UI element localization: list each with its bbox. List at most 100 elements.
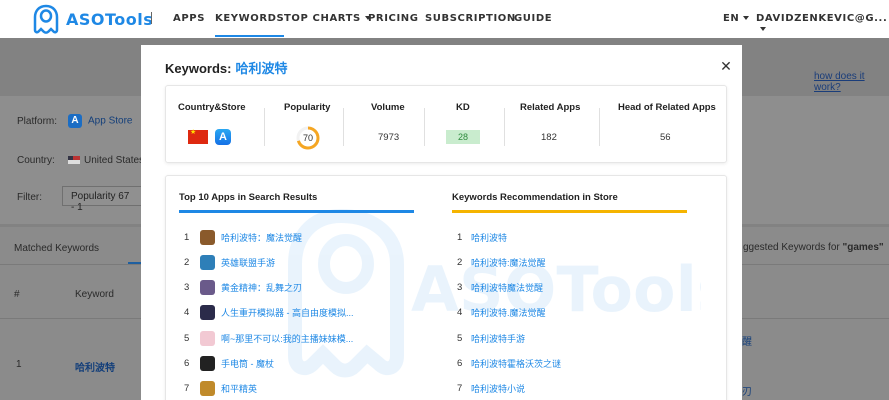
list-item[interactable]: 1 哈利波特：魔法觉醒 xyxy=(184,228,302,246)
tab-suggested-keywords[interactable]: ggested Keywords for "games" xyxy=(743,242,884,253)
list-item-number: 2 xyxy=(184,256,190,268)
nav-top-charts-label: TOP CHARTS xyxy=(284,13,361,24)
nav-divider xyxy=(151,12,152,24)
stat-divider xyxy=(504,108,505,146)
list-item-number: 2 xyxy=(457,256,463,268)
us-flag-icon xyxy=(68,156,80,165)
top-apps-title: Top 10 Apps in Search Results xyxy=(179,192,318,203)
stat-country-store-label: Country&Store xyxy=(178,102,246,113)
top-navbar: ASOTools APPS KEYWORDS TOP CHARTS PRICIN… xyxy=(0,0,889,38)
stat-related-apps-label: Related Apps xyxy=(520,102,581,113)
modal-title-prefix: Keywords: xyxy=(165,61,232,76)
chevron-down-icon xyxy=(743,16,750,20)
close-icon[interactable]: ✕ xyxy=(719,59,733,73)
list-item-number: 4 xyxy=(457,307,463,319)
keyword-detail-modal: Keywords:哈利波特 ✕ Country&Store A Populari… xyxy=(141,45,742,400)
background-link-fragment[interactable]: 刃 xyxy=(742,383,752,398)
app-icon xyxy=(200,254,215,270)
app-name-link[interactable]: 手电筒 - 魔杖 xyxy=(221,357,274,370)
tab-suggested-term: "games" xyxy=(842,242,884,253)
app-name-link[interactable]: 人生重开模拟器 - 高自由度模拟... xyxy=(221,306,354,319)
app-name-link[interactable]: 哈利波特：魔法觉醒 xyxy=(221,231,302,244)
nav-guide[interactable]: GUIDE xyxy=(514,13,552,24)
stat-volume-label: Volume xyxy=(371,102,405,113)
list-item[interactable]: 6 手电筒 - 魔杖 xyxy=(184,355,274,373)
recommended-keyword-link[interactable]: 哈利波特手游 xyxy=(471,332,525,345)
country-label: Country: xyxy=(17,155,55,166)
country-value: United States xyxy=(84,155,145,166)
stat-related-apps-value: 182 xyxy=(541,132,557,143)
app-name-link[interactable]: 和平精英 xyxy=(221,382,257,395)
list-item-number: 1 xyxy=(184,231,190,243)
list-item[interactable]: 3 哈利波特魔法觉醒 xyxy=(457,279,543,297)
how-it-works-link[interactable]: how does it work? xyxy=(814,71,889,93)
list-item[interactable]: 4 人生重开模拟器 - 高自由度模拟... xyxy=(184,304,354,322)
list-item-number: 3 xyxy=(457,282,463,294)
background-link-fragment[interactable]: 醒 xyxy=(742,333,752,348)
list-item[interactable]: 5 啊~那里不可以:我的主播妹妹模... xyxy=(184,329,353,347)
list-item[interactable]: 4 哈利波特.魔法觉醒 xyxy=(457,304,546,322)
table-row-keyword-link[interactable]: 哈利波特 xyxy=(75,359,115,374)
list-item[interactable]: 2 英雄联盟手游 xyxy=(184,253,275,271)
popularity-filter-select[interactable]: Popularity 67 - 1 xyxy=(62,186,144,213)
app-icon xyxy=(200,280,215,296)
logo[interactable]: ASOTools xyxy=(30,3,153,35)
list-item[interactable]: 7 和平精英 xyxy=(184,380,257,398)
list-item[interactable]: 2 哈利波特:魔法觉醒 xyxy=(457,253,546,271)
list-item-number: 6 xyxy=(184,358,190,369)
country-selector[interactable]: United States xyxy=(68,155,144,166)
recommended-keyword-link[interactable]: 哈利波特:魔法觉醒 xyxy=(471,256,546,269)
chevron-down-icon xyxy=(760,27,766,31)
recommended-keyword-link[interactable]: 哈利波特魔法觉醒 xyxy=(471,281,543,294)
recommended-keyword-link[interactable]: 哈利波特 xyxy=(471,231,507,244)
stat-divider xyxy=(599,108,600,146)
language-selector[interactable]: EN xyxy=(723,13,750,24)
stat-head-related-value: 56 xyxy=(660,132,671,143)
stat-volume-value: 7973 xyxy=(378,132,400,143)
app-name-link[interactable]: 英雄联盟手游 xyxy=(221,256,275,269)
nav-apps[interactable]: APPS xyxy=(173,13,205,24)
modal-title: Keywords: 哈利波特 xyxy=(165,58,287,77)
list-item-number: 7 xyxy=(457,383,463,395)
tab-suggested-label: ggested Keywords for xyxy=(743,242,843,253)
app-icon xyxy=(200,330,215,346)
recommended-keyword-link[interactable]: 哈利波特小说 xyxy=(471,382,525,395)
app-name-link[interactable]: 啊~那里不可以:我的主播妹妹模... xyxy=(221,332,353,345)
user-email: DAVIDZENKEVIC@G... xyxy=(756,13,888,24)
app-icon xyxy=(200,356,215,371)
list-item[interactable]: 5 哈利波特手游 xyxy=(457,329,525,347)
language-label: EN xyxy=(723,13,740,24)
tab-matched-keywords[interactable]: Matched Keywords xyxy=(14,243,99,254)
list-item[interactable]: 7 哈利波特小说 xyxy=(457,380,525,398)
app-icon xyxy=(200,381,215,397)
nav-keywords[interactable]: KEYWORDS xyxy=(215,13,285,37)
list-item-number: 4 xyxy=(184,307,190,319)
list-item[interactable]: 3 黄金精神：乱舞之刃 xyxy=(184,279,302,297)
recommendations-title: Keywords Recommendation in Store xyxy=(452,192,618,203)
platform-app-store-tab[interactable]: A App Store xyxy=(68,114,132,128)
app-store-icon: A xyxy=(68,114,82,128)
list-item[interactable]: 1 哈利波特 xyxy=(457,228,507,246)
app-name-link[interactable]: 黄金精神：乱舞之刃 xyxy=(221,281,302,294)
list-item-number: 5 xyxy=(457,332,463,344)
stat-divider xyxy=(424,108,425,146)
nav-pricing[interactable]: PRICING xyxy=(368,13,419,24)
list-item-number: 7 xyxy=(184,383,190,395)
list-item-number: 3 xyxy=(184,282,190,294)
lists-card: ASOTools Top 10 Apps in Search Results K… xyxy=(165,175,727,400)
column-header-number: # xyxy=(14,289,20,300)
app-store-icon: A xyxy=(215,129,231,145)
nav-top-charts[interactable]: TOP CHARTS xyxy=(284,13,371,24)
modal-keyword: 哈利波特 xyxy=(235,61,288,76)
table-row-number: 1 xyxy=(16,359,22,370)
recommended-keyword-link[interactable]: 哈利波特.魔法觉醒 xyxy=(471,306,546,319)
user-menu[interactable]: DAVIDZENKEVIC@G... xyxy=(756,13,889,35)
app-icon xyxy=(200,305,215,321)
recommended-keyword-link[interactable]: 哈利波特霍格沃茨之谜 xyxy=(471,357,561,370)
list-item-number: 6 xyxy=(457,358,463,369)
logo-icon xyxy=(33,4,59,34)
list-item[interactable]: 6 哈利波特霍格沃茨之谜 xyxy=(457,355,561,373)
nav-subscription[interactable]: SUBSCRIPTION xyxy=(425,13,516,24)
list-item-number: 5 xyxy=(184,332,190,344)
platform-label: Platform: xyxy=(17,116,58,127)
